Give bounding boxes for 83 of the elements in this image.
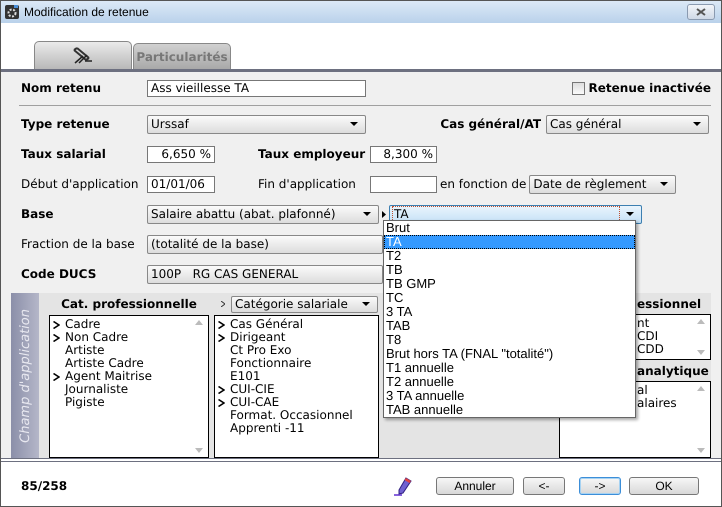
tab[interactable] (34, 41, 132, 69)
dropdown-option[interactable]: Brut (384, 221, 635, 235)
list-item[interactable]: Artiste (53, 344, 208, 357)
field-label: en fonction de (440, 177, 526, 191)
column-heading: Cat. professionnelle (61, 297, 197, 311)
list-item[interactable]: Agent Maitrise (53, 370, 208, 383)
scroll-up-icon[interactable] (697, 386, 705, 391)
caret-icon (660, 182, 668, 186)
select-field[interactable]: Cas général (546, 114, 709, 134)
caret-icon (350, 122, 358, 126)
date-field[interactable] (370, 176, 437, 192)
dialog-button[interactable]: OK (629, 476, 699, 494)
select-field[interactable]: 100P RG CAS GENERAL (147, 264, 383, 284)
dropdown-option[interactable]: TC (384, 291, 635, 305)
rate-field[interactable]: 6,650 % (147, 146, 215, 162)
select-field[interactable]: Date de règlement (529, 174, 676, 194)
caret-icon (693, 122, 701, 126)
caret-icon (362, 302, 370, 306)
field-label: Nom retenu (21, 81, 102, 95)
dropdown-option[interactable]: T1 annuelle (384, 361, 635, 375)
dialog-button[interactable]: -> (579, 476, 621, 494)
select-field[interactable]: Urssaf (147, 114, 366, 134)
section-title: Champ d'application (18, 308, 32, 442)
list-item[interactable]: Dirigeant (218, 331, 378, 344)
list-item[interactable]: Non Cadre (53, 331, 208, 344)
list-item[interactable]: CUI-CIE (218, 383, 378, 396)
list-item[interactable]: Ct Pro Exo (218, 344, 378, 357)
dropdown-option[interactable]: T8 (384, 333, 635, 347)
scroll-down-icon[interactable] (195, 448, 203, 453)
rate-field[interactable]: 8,300 % (370, 146, 437, 162)
dropdown-option[interactable]: Brut hors TA (FNAL "totalité") (384, 347, 635, 361)
field-label: Début d'application (21, 177, 140, 191)
dropdown-option[interactable]: TB GMP (384, 277, 635, 291)
chevron-icon (53, 372, 60, 380)
scroll-up-icon[interactable] (697, 319, 705, 324)
dropdown-option[interactable]: 3 TA (384, 305, 635, 319)
list-item[interactable]: CUI-CAE (218, 396, 378, 409)
list-item[interactable]: Format. Occasionnel (218, 409, 378, 422)
date-field[interactable]: 01/01/06 (147, 176, 215, 192)
deck-chair-icon (71, 46, 95, 66)
dropdown-option[interactable]: TB (384, 263, 635, 277)
list-item[interactable]: Pigiste (53, 396, 208, 409)
field-label: Fraction de la base (21, 237, 136, 251)
dropdown-option[interactable]: T2 (384, 249, 635, 263)
list-item[interactable]: Artiste Cadre (53, 357, 208, 370)
list-item[interactable]: Fonctionnaire (218, 357, 378, 370)
field-label: Type retenue (21, 117, 111, 131)
text-field[interactable]: Ass vieillesse TA (147, 80, 366, 96)
dropdown-option[interactable]: TAB (384, 319, 635, 333)
column-heading: essionnel (637, 296, 702, 310)
field-label: Cas général/AT (439, 117, 542, 131)
list-item[interactable]: Cas Général (218, 318, 378, 331)
checkbox-label: Retenue inactivée (588, 81, 711, 95)
dialog-button[interactable]: Annuler (436, 476, 514, 494)
field-label: Taux salarial (21, 147, 107, 161)
select-field[interactable]: (totalité de la base) (147, 234, 383, 254)
column-heading: analytique (637, 364, 709, 378)
dialog-button[interactable]: <- (523, 476, 565, 494)
gear-icon (5, 5, 19, 19)
field-label: Code DUCS (21, 267, 98, 281)
window-title: Modification de retenue (24, 5, 149, 19)
record-counter: 85/258 (21, 478, 68, 492)
caret-icon (363, 212, 371, 216)
scroll-up-icon[interactable] (195, 320, 203, 325)
select-field[interactable]: Salaire abattu (abat. plafonné) (147, 204, 379, 224)
select-field[interactable]: Catégorie salariale (231, 296, 378, 312)
caret-icon (626, 212, 634, 216)
list-box[interactable]: Cadre Non Cadre Artiste Artiste Cadre Agent Maitrise Journaliste Pigiste (49, 315, 209, 458)
checkbox[interactable] (572, 82, 585, 94)
field-label: Fin d'application (258, 177, 357, 191)
list-item[interactable]: Journaliste (53, 383, 208, 396)
arrow-icon (382, 210, 386, 218)
list-item[interactable]: Apprenti -11 (218, 422, 378, 435)
scroll-down-icon[interactable] (697, 350, 705, 355)
field-label: Base (21, 207, 55, 221)
field-label: Taux employeur (258, 147, 366, 161)
list-item[interactable]: E101 (218, 370, 378, 383)
close-icon (696, 8, 706, 16)
close-button[interactable] (687, 4, 715, 20)
list-box[interactable]: Cas Général Dirigeant Ct Pro Exo Fonctionnaire E101 CUI-CIE CUI-CAE Format. Occasionnel Apprenti -11 (214, 315, 379, 458)
list-item[interactable]: Cadre (53, 318, 208, 331)
pencil-icon[interactable] (394, 476, 414, 496)
scroll-down-icon[interactable] (697, 448, 705, 453)
